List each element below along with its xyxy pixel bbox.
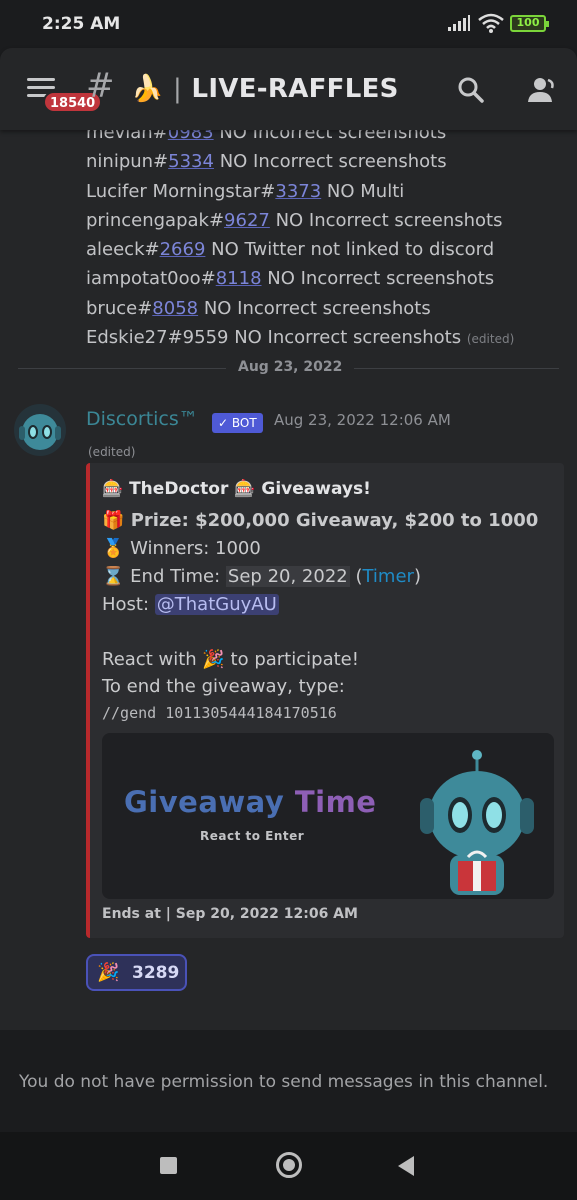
channel-title[interactable]: 🍌 | LIVE-RAFFLES [131,74,399,104]
medal-icon: 🏅 [102,538,125,559]
message-timestamp: Aug 23, 2022 12:06 AM [274,411,451,429]
robot-mascot-icon [420,750,534,895]
host-mention[interactable]: @ThatGuyAU [154,594,279,615]
reaction-count: 3289 [132,963,180,983]
party-popper-icon: 🎉 [97,962,120,983]
timer-link[interactable]: Timer [362,566,413,587]
no-permission-bar: You do not have permission to send messa… [0,1030,577,1132]
battery-level: 100 [516,16,540,29]
search-icon[interactable] [457,76,485,104]
channel-header: 18540 # 🍌 | LIVE-RAFFLES [0,48,577,130]
embed-end-time: ⌛ End Time: Sep 20, 2022 (Timer) [102,566,421,587]
embed-end-instruction: To end the giveaway, type: [102,676,345,697]
message-line: ninipun#5334 NO Incorrect screenshots [86,151,447,173]
status-bar: 2:25 AM 100 [0,0,577,48]
author-name[interactable]: Discortics™ [86,408,198,430]
embed-react-instruction: React with 🎉 to participate! [102,649,359,670]
previous-messages: mevian#0983 NO Incorrect screenshots nin… [86,130,514,354]
signal-icon [448,15,470,31]
embed-winners: 🏅 Winners: 1000 [102,538,261,559]
message-line: Edskie27#9559 NO Incorrect screenshots (… [86,327,515,349]
separator: | [173,74,183,104]
members-icon[interactable] [526,76,558,104]
edited-label: (edited) [88,445,136,459]
edited-label: (edited) [466,332,515,347]
message-line: mevian#0983 NO Incorrect screenshots [86,130,447,143]
bot-badge: ✓ BOT [212,413,263,433]
embed-host: Host: @ThatGuyAU [102,594,279,615]
text-channel-icon: # [86,66,115,106]
home-button[interactable] [276,1152,302,1178]
giveaway-banner-image[interactable]: Giveaway Time React to Enter [102,733,554,899]
battery-icon: 100 [510,15,549,32]
channel-emoji: 🍌 [131,74,164,104]
recents-button[interactable] [160,1157,177,1174]
channel-name: LIVE-RAFFLES [191,74,399,104]
banner-title: Giveaway Time [124,785,377,819]
bot-avatar[interactable] [14,404,66,456]
gift-icon: 🎁 [102,510,125,531]
no-permission-text: You do not have permission to send messa… [19,1072,549,1092]
message-line: princengapak#9627 NO Incorrect screensho… [86,209,503,231]
back-button[interactable] [398,1156,414,1176]
embed-prize: 🎁 Prize: $200,000 Giveaway, $200 to 1000 [102,510,539,531]
party-reaction-button[interactable]: 🎉 3289 [86,954,187,991]
date-divider-label: Aug 23, 2022 [226,359,355,375]
message-line: Lucifer Morningstar#3373 NO Multi [86,180,405,202]
clock: 2:25 AM [42,14,121,34]
message-line: bruce#8058 NO Incorrect screenshots [86,297,431,319]
message-list[interactable]: mevian#0983 NO Incorrect screenshots nin… [0,130,577,1030]
hourglass-icon: ⌛ [102,566,125,587]
system-nav-bar [0,1132,577,1200]
giveaway-embed: 🎰 TheDoctor 🎰 Giveaways! 🎁 Prize: $200,0… [86,463,564,938]
embed-title: 🎰 TheDoctor 🎰 Giveaways! [102,479,371,499]
embed-footer: Ends at | Sep 20, 2022 12:06 AM [102,906,358,922]
message-line: aleeck#2669 NO Twitter not linked to dis… [86,239,495,261]
end-time-value: Sep 20, 2022 [225,566,350,587]
embed-command: //gend 1011305444184170516 [102,704,337,722]
wifi-icon [478,13,504,33]
message-line: iampotat0oo#8118 NO Incorrect screenshot… [86,268,495,290]
banner-subtitle: React to Enter [200,829,305,843]
party-popper-icon: 🎉 [202,649,225,670]
